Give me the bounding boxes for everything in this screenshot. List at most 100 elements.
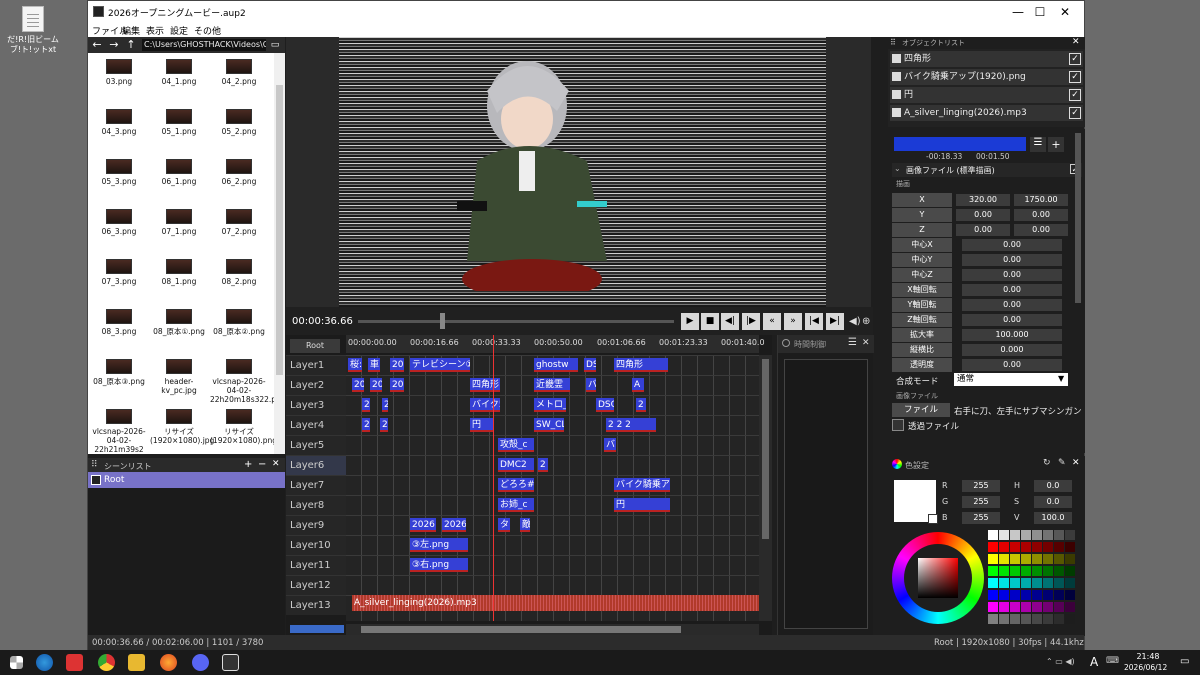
layer-header[interactable]: Layer13 [286,595,346,615]
timeline-zoom-slider[interactable] [290,625,344,633]
back-arrow-icon[interactable]: ← [90,38,104,52]
property-label[interactable]: Z軸回転 [892,313,952,327]
palette-swatch[interactable] [1010,566,1020,576]
file-thumbnail[interactable]: 05_3.png [90,153,148,186]
palette-swatch[interactable] [1021,614,1031,624]
palette-swatch[interactable] [988,554,998,564]
palette-swatch[interactable] [999,614,1009,624]
palette-swatch[interactable] [1054,578,1064,588]
up-arrow-icon[interactable]: ↑ [124,38,138,52]
layer-header[interactable]: Layer9 [286,515,346,535]
file-thumbnail[interactable]: 08_1.png [150,253,208,286]
seek-bar[interactable] [358,320,674,323]
property-label[interactable]: 中心Y [892,253,952,267]
object-visible-checkbox[interactable]: ✓ [1069,53,1081,65]
timeline-clip[interactable]: 四角形 [614,358,668,372]
palette-swatch[interactable] [1043,602,1053,612]
timeline-clip[interactable]: 近畿霊 [534,378,570,392]
close-time-control-button[interactable]: ✕ [862,338,870,348]
layer-header[interactable]: Layer4 [286,415,346,435]
hue-wheel[interactable] [892,532,984,624]
play-button[interactable]: ▶ [681,313,699,330]
color-channel-value[interactable]: 255 [962,512,1000,524]
palette-swatch[interactable] [1010,602,1020,612]
remove-scene-button[interactable]: − [258,459,266,470]
seek-handle[interactable] [440,313,445,329]
file-thumbnail[interactable]: リサイズ(1920×1080).jpg [150,403,214,445]
effect-header[interactable]: ⌄ 画像ファイル (標準描画) ✓ [892,163,1082,177]
palette-swatch[interactable] [999,530,1009,540]
palette-swatch[interactable] [1010,542,1020,552]
palette-swatch[interactable] [1065,602,1075,612]
menu-edit[interactable]: 編集 [122,24,140,37]
discord-icon[interactable] [192,654,209,671]
scene-item-root[interactable]: Root [88,472,285,488]
palette-swatch[interactable] [1010,554,1020,564]
object-list-item[interactable]: 円 ✓ [890,87,1083,103]
palette-swatch[interactable] [1021,578,1031,588]
palette-swatch[interactable] [999,578,1009,588]
palette-swatch[interactable] [988,602,998,612]
palette-swatch[interactable] [1043,542,1053,552]
palette-swatch[interactable] [1065,578,1075,588]
property-label[interactable]: 拡大率 [892,328,952,342]
property-value[interactable]: 0.00 [962,254,1062,266]
track-area[interactable]: 桜:車202テレビシーン①(ghostwDS四角形202020:四角形近畿霊バA… [346,355,759,621]
close-scene-list-button[interactable]: ✕ [272,459,280,469]
timeline-clip[interactable]: 敵 [520,518,530,532]
palette-swatch[interactable] [1032,542,1042,552]
property-value[interactable]: 0.00 [962,299,1062,311]
layer-header[interactable]: Layer1 [286,355,346,375]
dropdown-arrow-icon[interactable]: ▼ [1058,374,1064,383]
timeline-v-thumb[interactable] [762,359,769,539]
color-channel-value[interactable]: 255 [962,496,1000,508]
stop-button[interactable]: ■ [701,313,719,330]
add-scene-button[interactable]: + [244,459,252,470]
chrome-icon[interactable] [98,654,115,671]
property-start-value[interactable]: 0.00 [956,209,1010,221]
saturation-value-square[interactable] [918,558,958,598]
palette-swatch[interactable] [1021,530,1031,540]
file-thumbnail[interactable]: 06_2.png [210,153,268,186]
file-thumbnail[interactable]: 06_1.png [150,153,208,186]
ime-indicator[interactable]: A [1090,655,1098,669]
close-color-panel-button[interactable]: ✕ [1072,458,1080,468]
object-range-bar[interactable] [894,137,1026,151]
palette-swatch[interactable] [1032,578,1042,588]
property-value[interactable]: 0.00 [962,314,1062,326]
property-label[interactable]: Y軸回転 [892,298,952,312]
color-palette[interactable] [988,530,1080,626]
layer-header[interactable]: Layer12 [286,575,346,595]
palette-swatch[interactable] [1065,614,1075,624]
secondary-color-swatch[interactable] [928,514,938,524]
file-thumbnail[interactable]: 08_3.png [90,303,148,336]
palette-swatch[interactable] [999,602,1009,612]
app-red-icon[interactable] [66,654,83,671]
timeline-clip[interactable]: 円 [614,498,670,512]
palette-swatch[interactable] [1054,554,1064,564]
root-scene-button[interactable]: Root [290,339,340,353]
palette-swatch[interactable] [988,566,998,576]
list-icon[interactable]: ☰ [1030,137,1046,152]
timeline-clip[interactable]: SW_CL [534,418,564,432]
palette-swatch[interactable] [1010,578,1020,588]
close-object-list-button[interactable]: ✕ [1072,37,1080,47]
palette-swatch[interactable] [1010,614,1020,624]
timeline-clip[interactable]: 202 [390,358,404,372]
timeline-vertical-scrollbar[interactable] [759,355,772,621]
property-start-value[interactable]: 0.00 [956,224,1010,236]
palette-swatch[interactable] [1065,530,1075,540]
file-thumbnail[interactable]: 05_1.png [150,103,208,136]
palette-swatch[interactable] [999,566,1009,576]
palette-swatch[interactable] [1010,530,1020,540]
timeline-clip[interactable]: バ [604,438,616,452]
timeline-clip[interactable]: ③右.png [410,558,468,572]
timeline-clip[interactable]: 2 [382,398,388,412]
object-list-item[interactable]: A_silver_linging(2026).mp3 ✓ [890,105,1083,121]
zoom-icon[interactable]: ⊕ [862,316,870,327]
file-thumbnail[interactable]: 07_2.png [210,203,268,236]
file-thumbnail[interactable]: header-kv_pc.jpg [150,353,208,395]
palette-swatch[interactable] [999,590,1009,600]
title-bar[interactable]: 2026オープニングムービー.aup2 — ☐ ✕ [88,1,1084,23]
palette-swatch[interactable] [1032,602,1042,612]
